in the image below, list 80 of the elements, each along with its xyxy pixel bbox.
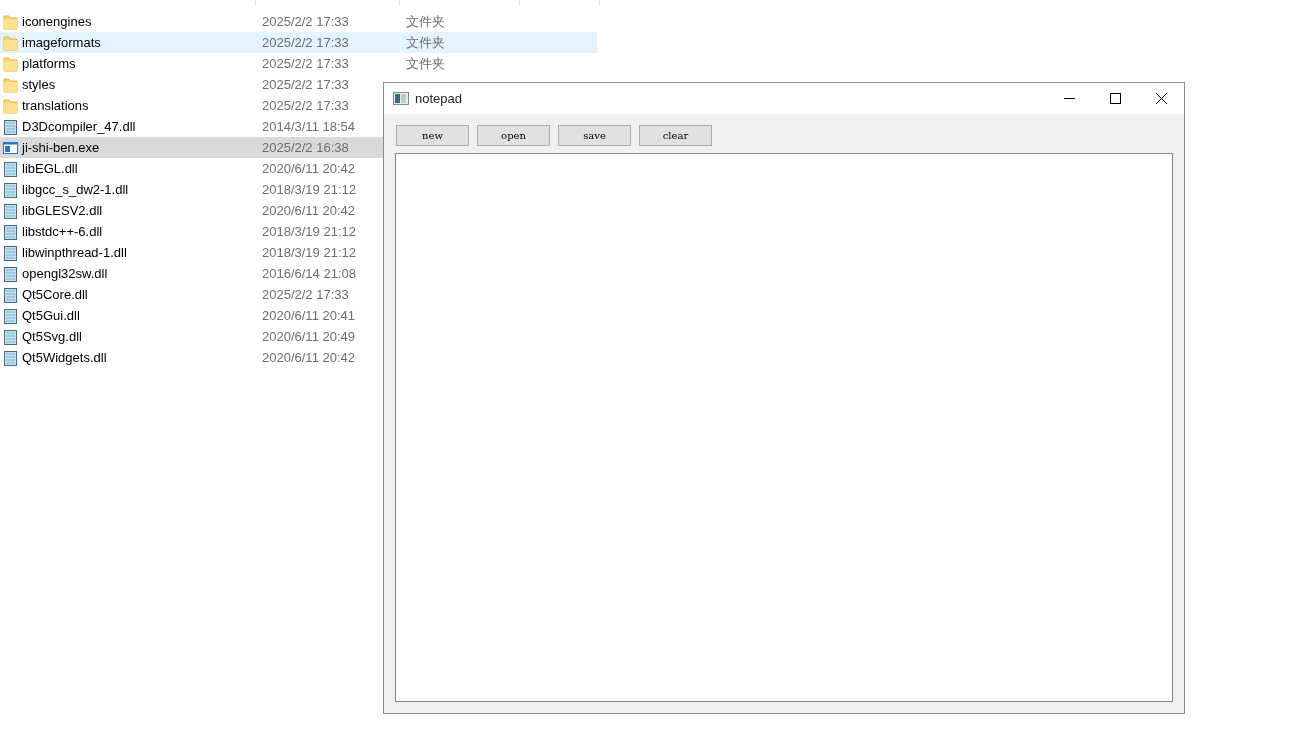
folder-icon [3,97,18,114]
document-icon [3,160,18,177]
file-row[interactable]: imageformats 2025/2/2 17:33 文件夹 [0,32,597,53]
folder-icon [3,34,18,51]
file-date: 2020/6/11 20:41 [262,306,356,325]
toolbar-button[interactable]: save [558,125,631,146]
file-date: 2018/3/19 21:12 [262,243,357,262]
folder-icon [3,55,18,72]
document-icon [3,286,18,303]
file-date: 2018/3/19 21:12 [262,180,357,199]
file-row[interactable]: ji-shi-ben.exe 2025/2/2 16:38 [0,137,383,158]
folder-icon [3,76,18,93]
file-date: 2025/2/2 17:33 [262,96,350,115]
file-row[interactable]: libGLESV2.dll 2020/6/11 20:42 [0,200,383,221]
application-icon [3,139,18,156]
file-name: Qt5Widgets.dll [22,348,108,367]
document-icon [3,307,18,324]
file-date: 2020/6/11 20:42 [262,201,356,220]
file-date: 2020/6/11 20:42 [262,348,356,367]
text-area[interactable] [395,153,1173,702]
folder-icon [3,13,18,30]
file-date: 2025/2/2 17:33 [262,75,350,94]
toolbar-button[interactable]: clear [639,125,712,146]
file-name: libGLESV2.dll [22,201,104,220]
file-row[interactable]: styles 2025/2/2 17:33 [0,74,383,95]
document-icon [3,223,18,240]
file-name: translations [22,96,90,115]
file-name: libstdc++-6.dll [22,222,104,241]
file-row[interactable]: D3Dcompiler_47.dll 2014/3/11 18:54 [0,116,383,137]
file-name: iconengines [22,12,93,31]
document-icon [3,328,18,345]
file-type: 文件夹 [406,33,445,52]
file-row[interactable]: Qt5Svg.dll 2020/6/11 20:49 [0,326,383,347]
toolbar-button[interactable]: new [396,125,469,146]
file-date: 2016/6/14 21:08 [262,264,357,283]
file-name: Qt5Gui.dll [22,306,81,325]
file-date: 2025/2/2 17:33 [262,33,350,52]
toolbar-button[interactable]: open [477,125,550,146]
file-date: 2014/3/11 18:54 [262,117,356,136]
file-date: 2025/2/2 16:38 [262,138,350,157]
window-title: notepad [415,89,462,108]
file-name: Qt5Core.dll [22,285,89,304]
file-row[interactable]: Qt5Gui.dll 2020/6/11 20:41 [0,305,383,326]
file-name: opengl32sw.dll [22,264,109,283]
file-row[interactable]: iconengines 2025/2/2 17:33 文件夹 [0,11,597,32]
file-row[interactable]: Qt5Core.dll 2025/2/2 17:33 [0,284,383,305]
file-name: Qt5Svg.dll [22,327,83,346]
file-date: 2025/2/2 17:33 [262,54,350,73]
file-name: libEGL.dll [22,159,79,178]
document-icon [3,349,18,366]
document-icon [3,202,18,219]
file-row[interactable]: libwinpthread-1.dll 2018/3/19 21:12 [0,242,383,263]
file-date: 2025/2/2 17:33 [262,12,350,31]
maximize-icon [1109,93,1121,104]
file-name: ji-shi-ben.exe [22,138,101,157]
document-icon [3,244,18,261]
file-row[interactable]: libEGL.dll 2020/6/11 20:42 [0,158,383,179]
file-type: 文件夹 [406,12,445,31]
document-icon [3,118,18,135]
file-type: 文件夹 [406,54,445,73]
close-icon [1155,93,1167,104]
file-name: imageformats [22,33,102,52]
file-name: libwinpthread-1.dll [22,243,128,262]
file-name: libgcc_s_dw2-1.dll [22,180,130,199]
file-row[interactable]: Qt5Widgets.dll 2020/6/11 20:42 [0,347,383,368]
file-row[interactable]: translations 2025/2/2 17:33 [0,95,383,116]
app-icon [393,92,409,105]
file-date: 2020/6/11 20:42 [262,159,356,178]
file-name: platforms [22,54,77,73]
file-row[interactable]: libstdc++-6.dll 2018/3/19 21:12 [0,221,383,242]
file-date: 2025/2/2 17:33 [262,285,350,304]
file-date: 2020/6/11 20:49 [262,327,356,346]
file-row[interactable]: platforms 2025/2/2 17:33 文件夹 [0,53,597,74]
file-row[interactable]: libgcc_s_dw2-1.dll 2018/3/19 21:12 [0,179,383,200]
file-row[interactable]: opengl32sw.dll 2016/6/14 21:08 [0,263,383,284]
document-icon [3,265,18,282]
file-date: 2018/3/19 21:12 [262,222,357,241]
file-name: D3Dcompiler_47.dll [22,117,137,136]
document-icon [3,181,18,198]
file-name: styles [22,75,57,94]
